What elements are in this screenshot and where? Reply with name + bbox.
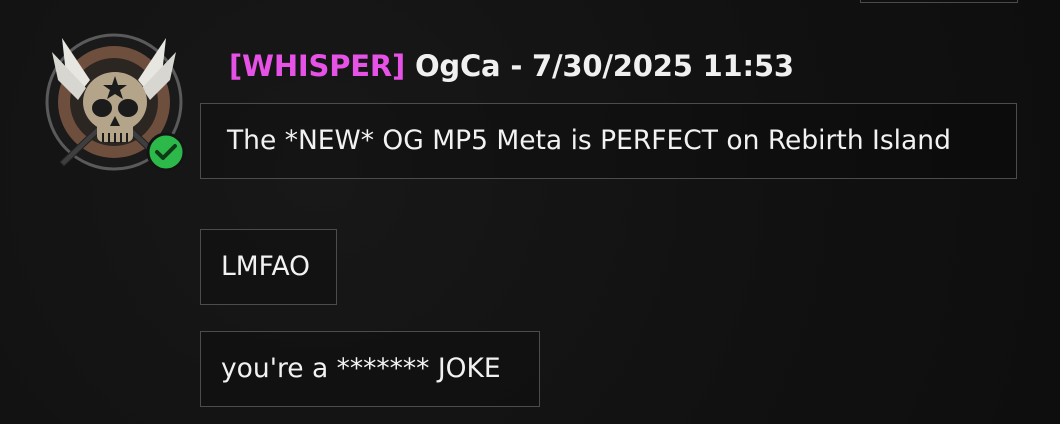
avatar[interactable] bbox=[42, 30, 188, 176]
online-check-icon bbox=[146, 132, 186, 172]
chat-message: LMFAO bbox=[200, 229, 337, 305]
sender-timestamp: OgCa - 7/30/2025 11:53 bbox=[414, 49, 794, 83]
chat-message-text: LMFAO bbox=[221, 251, 310, 282]
chat-message: you're a ******* JOKE bbox=[200, 331, 540, 407]
message-header: [WHISPER] OgCa - 7/30/2025 11:53 bbox=[229, 46, 794, 86]
chat-message: The *NEW* OG MP5 Meta is PERFECT on Rebi… bbox=[200, 103, 1017, 179]
chat-message-text: The *NEW* OG MP5 Meta is PERFECT on Rebi… bbox=[227, 125, 951, 156]
whisper-tag: [WHISPER] bbox=[229, 49, 406, 83]
chat-message-text: you're a ******* JOKE bbox=[221, 353, 501, 384]
previous-message-bubble-edge bbox=[860, 0, 1018, 3]
